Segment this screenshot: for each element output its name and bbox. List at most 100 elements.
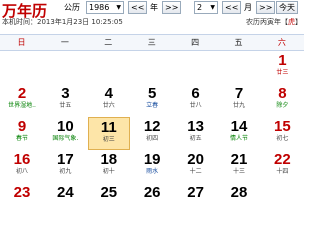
day-cell[interactable]: 7 廿九 xyxy=(218,84,260,117)
day-cell[interactable]: 27 xyxy=(175,183,217,216)
day-cell[interactable]: 14 情人节 xyxy=(218,117,260,150)
local-time-text: 本机时间：2013年1月23日 10:25:05 xyxy=(2,18,123,26)
day-number: 20 xyxy=(187,151,204,168)
day-number: 28 xyxy=(230,184,248,201)
day-number: 15 xyxy=(274,118,291,135)
day-cell[interactable]: 25 xyxy=(88,183,130,216)
lunar-day-label: 廿五 xyxy=(59,102,72,109)
lunar-day-label: 立春 xyxy=(146,102,159,109)
lunar-day-label: 十三 xyxy=(232,168,245,175)
day-cell[interactable]: 13 初五 xyxy=(175,117,217,150)
day-number: 27 xyxy=(187,184,204,201)
lunar-day-label: 雨水 xyxy=(146,168,159,175)
day-number: 5 xyxy=(148,85,157,102)
weekday-label: 二 xyxy=(104,38,113,47)
day-cell[interactable]: 9 春节 xyxy=(1,117,43,150)
day-number: 7 xyxy=(234,85,244,102)
lunar-day-label: 初九 xyxy=(59,168,72,175)
day-cell[interactable]: 1 廿三 xyxy=(261,51,303,84)
day-number: 1 xyxy=(278,52,287,69)
prev-month-button[interactable]: << xyxy=(222,1,242,14)
day-cell[interactable]: 6 廿八 xyxy=(175,84,217,117)
day-number: 21 xyxy=(230,151,248,168)
weekday-label: 一 xyxy=(60,38,69,47)
next-month-button[interactable]: >> xyxy=(256,1,276,14)
day-number: 26 xyxy=(143,184,161,201)
next-year-button[interactable]: >> xyxy=(162,1,182,14)
weekday-label: 四 xyxy=(191,38,200,47)
day-cell[interactable]: 10 国际气象. xyxy=(44,117,86,150)
day-cell[interactable]: 20 十二 xyxy=(175,150,217,183)
lunar-day-label: 初四 xyxy=(146,135,159,142)
day-number: 2 xyxy=(17,85,27,102)
weekday-label: 六 xyxy=(277,38,286,47)
day-number: 8 xyxy=(278,85,287,102)
day-number: 24 xyxy=(57,184,74,201)
month-select[interactable]: 2 ▼ xyxy=(194,1,218,14)
weekday-header: 日一二三四五六 xyxy=(0,34,304,51)
day-number: 4 xyxy=(104,85,113,102)
day-cell[interactable]: 17 初九 xyxy=(44,150,86,183)
day-number: 11 xyxy=(100,119,117,136)
day-cell[interactable]: 15 初七 xyxy=(261,117,303,150)
day-number: 17 xyxy=(57,151,74,168)
weekday-label: 五 xyxy=(234,38,243,47)
day-number: 23 xyxy=(13,184,31,201)
weekday-label: 日 xyxy=(17,38,26,47)
lunar-day-label: 世界湿地.. xyxy=(8,102,36,109)
lunar-day-label: 廿六 xyxy=(102,102,115,109)
day-cell[interactable]: 21 十三 xyxy=(218,150,260,183)
lunar-day-label: 除夕 xyxy=(276,102,289,109)
day-cell[interactable]: 19 雨水 xyxy=(131,150,173,183)
day-cell[interactable]: 8 除夕 xyxy=(261,84,303,117)
prev-year-button[interactable]: << xyxy=(128,1,148,14)
day-number: 22 xyxy=(274,151,291,168)
day-number: 25 xyxy=(100,184,118,201)
lunar-day-label: 情人节 xyxy=(229,135,248,142)
year-unit-label: 年 xyxy=(150,3,158,12)
day-number: 12 xyxy=(143,118,161,135)
day-cell[interactable]: 16 初八 xyxy=(1,150,43,183)
day-number: 10 xyxy=(57,118,74,135)
day-cell-today[interactable]: 11 初三 xyxy=(87,117,130,150)
day-number: 18 xyxy=(100,151,118,168)
day-number: 14 xyxy=(230,118,248,135)
day-cell[interactable]: 28 xyxy=(218,183,260,216)
lunar-day-label: 春节 xyxy=(15,135,28,142)
day-cell[interactable]: 24 xyxy=(44,183,86,216)
year-select[interactable]: 1986 ▼ xyxy=(86,1,124,14)
day-number: 6 xyxy=(191,85,200,102)
weekday-label: 三 xyxy=(147,38,156,47)
lunar-day-label: 初十 xyxy=(102,168,115,175)
day-number: 9 xyxy=(17,118,27,135)
calendar-type-label: 公历 xyxy=(64,3,80,12)
lunar-day-label: 十二 xyxy=(189,168,202,175)
day-number: 16 xyxy=(13,151,31,168)
day-cell[interactable]: 18 初十 xyxy=(88,150,130,183)
day-cell[interactable]: 4 廿六 xyxy=(88,84,130,117)
day-cell[interactable]: 12 初四 xyxy=(131,117,173,150)
day-cell[interactable]: 5 立春 xyxy=(131,84,173,117)
day-cell[interactable]: 22 十四 xyxy=(261,150,303,183)
lunar-day-label: 廿九 xyxy=(232,102,245,109)
today-button[interactable]: 今天 xyxy=(276,1,298,14)
day-number: 3 xyxy=(61,85,70,102)
month-unit-label: 月 xyxy=(244,3,252,12)
lunar-day-label: 初三 xyxy=(102,136,115,143)
lunar-day-label: 国际气象. xyxy=(52,135,79,142)
lunar-day-label: 十四 xyxy=(276,168,289,175)
lunar-day-label: 初五 xyxy=(189,135,202,142)
day-cell[interactable]: 3 廿五 xyxy=(44,84,86,117)
day-cell[interactable]: 2 世界湿地.. xyxy=(1,84,43,117)
calendar-toolbar: 万年历 公历 1986 ▼ << 年 >> 2 ▼ << 月 >> 今天 本机时… xyxy=(0,0,304,35)
day-number: 19 xyxy=(143,151,161,168)
chevron-down-icon: ▼ xyxy=(116,4,121,11)
chevron-down-icon: ▼ xyxy=(210,4,215,11)
lunar-day-label: 初八 xyxy=(15,168,28,175)
lunar-year-text: 农历丙寅年【虎】 xyxy=(246,18,302,26)
lunar-day-label: 廿八 xyxy=(189,102,202,109)
day-cell[interactable]: 26 xyxy=(131,183,173,216)
lunar-day-label: 初七 xyxy=(276,135,289,142)
day-cell[interactable]: 23 xyxy=(1,183,43,216)
zodiac-label: 虎 xyxy=(288,18,295,26)
